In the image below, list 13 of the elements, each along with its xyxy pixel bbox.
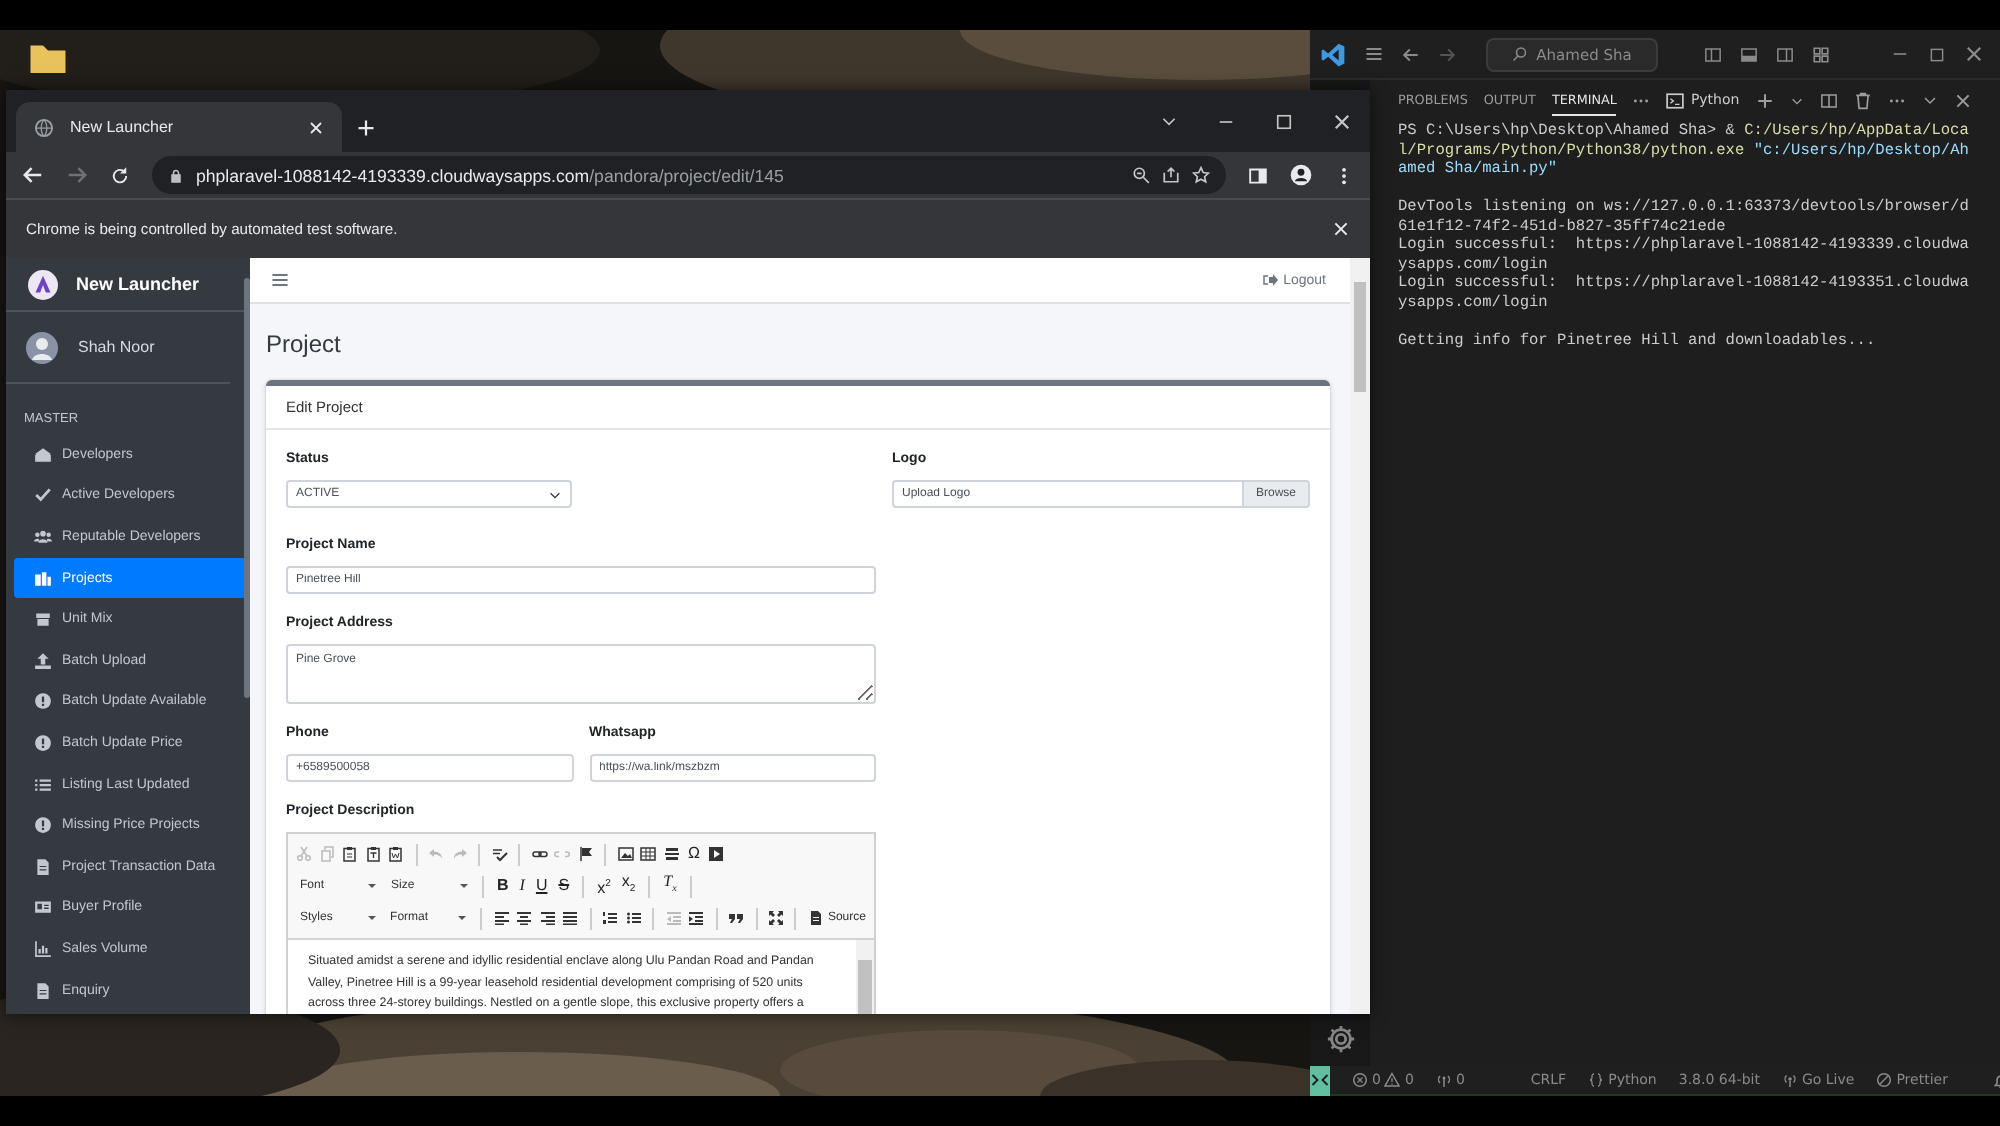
brand-name[interactable]: New Launcher [76, 274, 200, 294]
underline-button[interactable]: U [533, 876, 550, 896]
user-name[interactable]: Shah Noor [78, 338, 155, 356]
page-title: Project [266, 328, 343, 362]
toolbar-button[interactable]: x$_{2}$ [619, 872, 638, 900]
strikethrough-button[interactable]: S [556, 876, 572, 896]
italic-button[interactable]: T$_{x}$ [661, 871, 679, 901]
bold-button[interactable]: B [495, 876, 511, 896]
address-bar[interactable]: phplaravel-1088142-4193339.cloudwaysapps.com/pandora/project/edit/145 [152, 156, 1226, 194]
toolbar-button[interactable]: x$^{2}$ [595, 873, 613, 899]
italic-button[interactable]: I [517, 876, 527, 896]
toolbar-button[interactable]: Ω [686, 844, 702, 864]
browser-tab[interactable]: New Launcher [16, 102, 342, 152]
